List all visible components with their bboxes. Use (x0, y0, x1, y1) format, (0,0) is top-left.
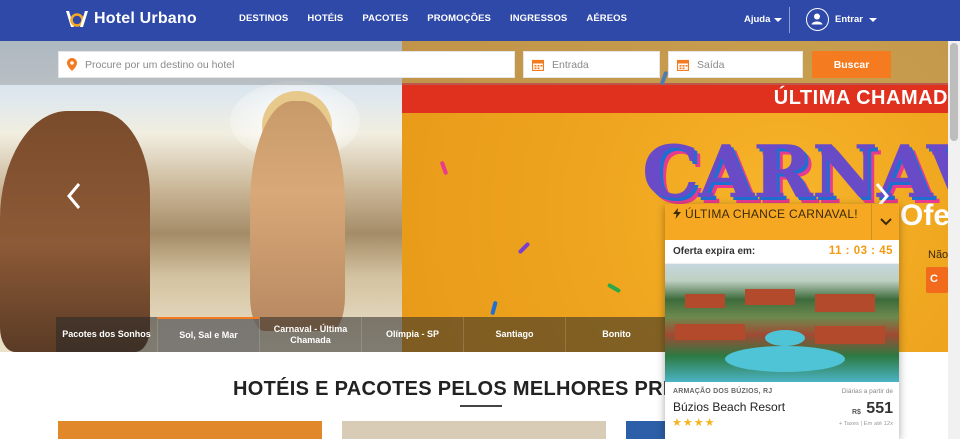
nav-item-ingressos[interactable]: INGRESSOS (510, 13, 567, 24)
promo-cta-button[interactable]: C (926, 267, 948, 293)
expiry-label: Oferta expira em: (673, 246, 756, 257)
main-nav: DESTINOS HOTÉIS PACOTES PROMOÇÕES INGRES… (239, 13, 646, 24)
destination-placeholder: Procure por um destino ou hotel (85, 58, 235, 71)
checkout-placeholder: Saída (697, 58, 725, 71)
star-icon: ★ (672, 417, 683, 429)
help-label: Ajuda (744, 14, 771, 25)
title-underline (460, 405, 502, 407)
price-value: 551 (866, 400, 893, 417)
calendar-icon (532, 59, 544, 71)
tab-pacotes-dos-sonhos[interactable]: Pacotes dos Sonhos (56, 317, 158, 352)
offer-header: ÚLTIMA CHANCE CARNAVAL! (665, 204, 899, 240)
carousel-prev-icon[interactable] (66, 181, 82, 211)
nav-item-hoteis[interactable]: HOTÉIS (307, 13, 343, 24)
page: Hotel Urbano DESTINOS HOTÉIS PACOTES PRO… (0, 0, 960, 439)
destination-input[interactable]: Procure por um destino ou hotel (58, 51, 515, 78)
last-chance-offer-popup[interactable]: ÚLTIMA CHANCE CARNAVAL! Oferta expira em… (665, 204, 899, 439)
promo-title: ÚLTIMA CHAMAD (773, 87, 948, 109)
promo-text: Não (928, 249, 948, 261)
oferta-text: Ofe (900, 199, 948, 232)
hotel-card[interactable] (626, 421, 666, 439)
carousel-category-tabs: Pacotes dos Sonhos Sol, Sal e Mar Carnav… (56, 317, 668, 352)
tab-sol-sal-e-mar[interactable]: Sol, Sal e Mar (158, 317, 260, 352)
help-menu[interactable]: Ajuda (744, 14, 783, 25)
hotel-card[interactable] (342, 421, 606, 439)
login-label: Entrar (835, 14, 863, 25)
nav-item-pacotes[interactable]: PACOTES (362, 13, 408, 24)
star-icon: ★ (704, 417, 716, 429)
nav-item-aereos[interactable]: AÉREOS (586, 13, 627, 24)
chevron-down-icon (774, 17, 783, 22)
star-rating: ★★★★ (672, 416, 716, 429)
beach-couple-photo (0, 41, 402, 352)
price-currency: R$ (852, 409, 861, 416)
login-menu[interactable]: Entrar (806, 8, 877, 31)
scrollbar-thumb[interactable] (950, 43, 958, 141)
nav-item-destinos[interactable]: DESTINOS (239, 13, 288, 24)
tab-olimpia-sp[interactable]: Olímpia - SP (362, 317, 464, 352)
star-icon: ★ (693, 417, 705, 429)
offer-location: ARMAÇÃO DOS BÚZIOS, RJ (673, 388, 773, 395)
chevron-down-icon (879, 218, 892, 226)
brand-name: Hotel Urbano (94, 10, 197, 27)
checkin-placeholder: Entrada (552, 58, 589, 71)
star-icon: ★ (682, 417, 694, 429)
tab-carnaval-ultima-chamada[interactable]: Carnaval - Última Chamada (260, 317, 362, 352)
countdown-timer: 11 : 03 : 45 (828, 245, 893, 257)
tab-bonito[interactable]: Bonito (566, 317, 668, 352)
offer-title: ÚLTIMA CHANCE CARNAVAL! (673, 207, 861, 222)
search-button[interactable]: Buscar (812, 51, 891, 78)
checkin-date-input[interactable]: Entrada (523, 51, 660, 78)
offer-expiry-row: Oferta expira em: 11 : 03 : 45 (665, 240, 899, 264)
lightning-icon (673, 208, 681, 219)
hotel-card[interactable] (58, 421, 322, 439)
resort-photo[interactable] (665, 264, 899, 382)
tab-santiago[interactable]: Santiago (464, 317, 566, 352)
user-icon (806, 8, 829, 31)
search-bar: Procure por um destino ou hotel Entrada … (0, 41, 948, 85)
page-scrollbar[interactable] (948, 41, 960, 439)
section-title: HOTÉIS E PACOTES PELOS MELHORES PRE (233, 378, 677, 400)
offer-collapse-button[interactable] (871, 204, 899, 240)
chevron-down-icon (868, 17, 877, 22)
location-pin-icon (67, 58, 77, 71)
top-navbar: Hotel Urbano DESTINOS HOTÉIS PACOTES PRO… (0, 0, 960, 41)
hotel-name[interactable]: Búzios Beach Resort (673, 400, 785, 414)
checkout-date-input[interactable]: Saída (668, 51, 803, 78)
taxes-note: + Taxes | Em até 12x (838, 421, 893, 427)
logo[interactable]: Hotel Urbano (64, 8, 197, 30)
nav-divider (789, 7, 790, 33)
nav-item-promocoes[interactable]: PROMOÇÕES (427, 13, 491, 24)
price-from-label: Diárias a partir de (841, 388, 893, 395)
calendar-icon (677, 59, 689, 71)
offer-title-text: ÚLTIMA CHANCE CARNAVAL! (685, 207, 858, 221)
logo-icon (66, 11, 88, 27)
